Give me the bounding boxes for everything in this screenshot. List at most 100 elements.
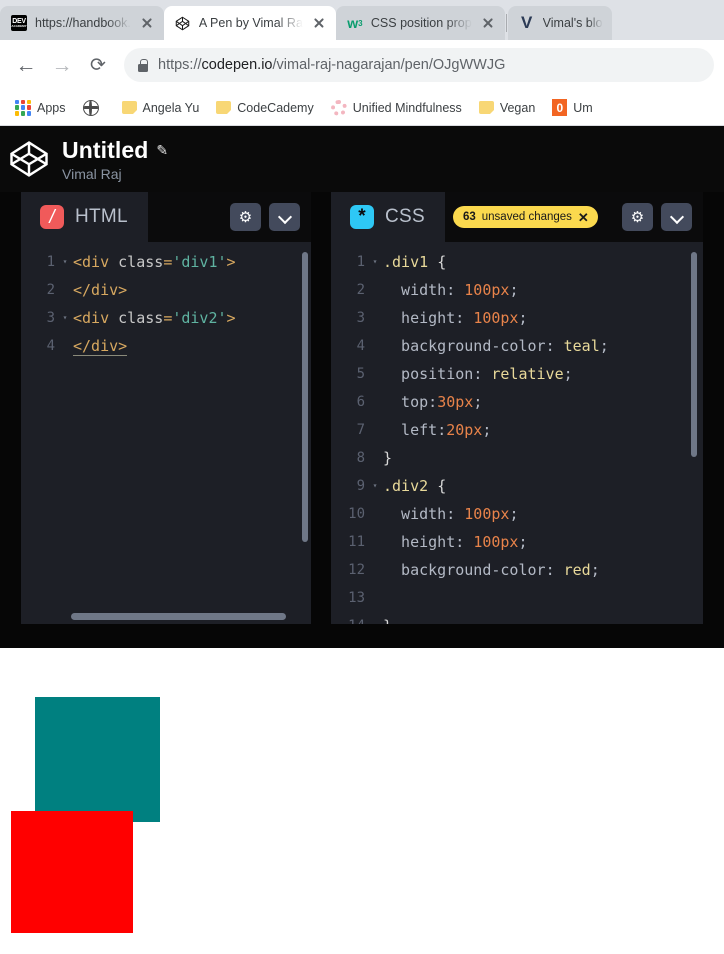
app-footer-strip [0,624,724,648]
close-icon[interactable] [480,15,496,31]
browser-tab-1[interactable]: DEV ACADEMY https://handbook. [0,6,164,40]
fold-arrow-icon[interactable] [369,444,381,472]
line-number: 2 [46,282,55,298]
fold-arrow-icon[interactable] [369,304,381,332]
close-icon[interactable]: ✕ [578,211,589,224]
fold-arrow-icon[interactable] [369,332,381,360]
code-text: height: 100px; [383,309,528,327]
close-icon[interactable] [139,15,155,31]
w3schools-icon: w3 [347,15,363,31]
html-horizontal-scrollbar[interactable] [71,613,286,620]
apps-grid-icon [15,99,31,116]
orange-square-icon: 0 [552,99,568,116]
html-pane-actions: ⚙ [230,203,311,231]
code-line: 6 top:30px; [331,388,703,416]
bookmark-um[interactable]: 0 Um [545,95,599,120]
browser-chrome: DEV ACADEMY https://handbook. A Pen by Vi… [0,0,724,126]
fold-arrow-icon[interactable] [369,528,381,556]
html-vertical-scrollbar[interactable] [302,252,308,542]
flower-icon [330,99,347,116]
pen-title-row: Untitled ✎ [62,137,168,164]
fold-arrow-icon[interactable] [369,276,381,304]
html-pane-header: / HTML ⚙ [21,192,311,242]
chevron-down-icon [671,211,683,223]
page-title[interactable]: Untitled [62,137,148,164]
browser-tab-4[interactable]: V Vimal's blo [507,6,612,40]
fold-arrow-icon[interactable]: ▾ [59,304,71,332]
pencil-icon[interactable]: ✎ [156,142,168,159]
codepen-app: Untitled ✎ Vimal Raj / HTML ⚙ 1 ▾ <div cla… [0,126,724,648]
code-text: <div class='div2'> [73,309,236,327]
codepen-icon [175,15,191,31]
tab-title: Vimal's blo [542,16,603,30]
html-collapse-button[interactable] [269,203,300,231]
back-button[interactable]: ← [10,49,42,81]
css-label: CSS [385,206,425,227]
line-number: 7 [356,422,365,438]
bookmark-label: Angela Yu [142,100,200,115]
fold-arrow-icon[interactable] [59,276,71,304]
fold-arrow-icon[interactable] [369,612,381,624]
folder-icon [121,101,137,114]
tab-html[interactable]: / HTML [21,192,148,242]
fold-arrow-icon[interactable] [369,584,381,612]
bookmark-globe[interactable] [76,96,112,120]
code-text: width: 100px; [383,505,519,523]
fold-arrow-icon[interactable] [369,360,381,388]
unsaved-text: unsaved changes [481,211,572,223]
address-bar[interactable]: https://codepen.io/vimal-raj-nagarajan/p… [124,48,714,82]
css-settings-button[interactable]: ⚙ [622,203,653,231]
css-collapse-button[interactable] [661,203,692,231]
unsaved-changes-badge[interactable]: 63 unsaved changes ✕ [452,206,598,228]
code-line: 7 left:20px; [331,416,703,444]
fold-arrow-icon[interactable] [369,416,381,444]
bookmark-label: Apps [37,100,66,115]
fold-arrow-icon[interactable]: ▾ [369,472,381,500]
browser-tab-2[interactable]: A Pen by Vimal Ra [163,6,336,40]
line-number: 4 [46,338,55,354]
code-text: .div2 { [383,477,447,495]
bookmark-unified-mindfulness[interactable]: Unified Mindfulness [324,96,469,120]
browser-tab-3[interactable]: w3 CSS position prop [335,6,505,40]
line-number: 12 [348,562,365,578]
code-text: background-color: red; [383,561,600,579]
pane-divider[interactable] [311,192,331,624]
tab-strip: DEV ACADEMY https://handbook. A Pen by Vi… [0,0,724,40]
code-text: .div1 { [383,253,447,271]
html-code-editor[interactable]: 1 ▾ <div class='div1'> 2 </div> 3 ▾ <div class=… [21,242,311,624]
fold-arrow-icon[interactable] [369,388,381,416]
code-text: </div> [73,281,128,299]
fold-arrow-icon[interactable]: ▾ [369,248,381,276]
html-settings-button[interactable]: ⚙ [230,203,261,231]
code-line: 11 height: 100px; [331,528,703,556]
fold-arrow-icon[interactable] [369,556,381,584]
gear-icon: ⚙ [238,209,253,226]
line-number: 6 [356,394,365,410]
bookmark-codecademy[interactable]: CodeCademy [209,97,320,119]
preview-pane[interactable] [0,648,724,938]
lock-icon [138,58,148,72]
bookmark-vegan[interactable]: Vegan [472,97,542,119]
css-code-editor[interactable]: 1 ▾ .div1 {2 width: 100px; 3 height: 100px;… [331,242,703,624]
bookmark-apps[interactable]: Apps [8,96,73,120]
code-line: 14} [331,612,703,624]
preview-box-div1 [35,697,160,822]
chevron-down-icon [279,211,291,223]
code-line: 4 background-color: teal; [331,332,703,360]
code-text: top:30px; [383,393,483,411]
code-line: 1 ▾ <div class='div1'> [21,248,311,276]
tab-separator [505,14,507,32]
tab-css[interactable]: * CSS [331,192,445,242]
fold-arrow-icon[interactable] [369,500,381,528]
codepen-logo-icon[interactable] [8,138,50,180]
pen-author[interactable]: Vimal Raj [62,166,168,182]
css-vertical-scrollbar[interactable] [691,252,697,457]
close-icon[interactable] [311,15,327,31]
code-line: 3 ▾ <div class='div2'> [21,304,311,332]
reload-button[interactable]: ⟳ [82,49,114,81]
bookmark-angela-yu[interactable]: Angela Yu [115,97,207,119]
fold-arrow-icon[interactable]: ▾ [59,248,71,276]
forward-button[interactable]: → [46,49,78,81]
fold-arrow-icon[interactable] [59,332,71,360]
